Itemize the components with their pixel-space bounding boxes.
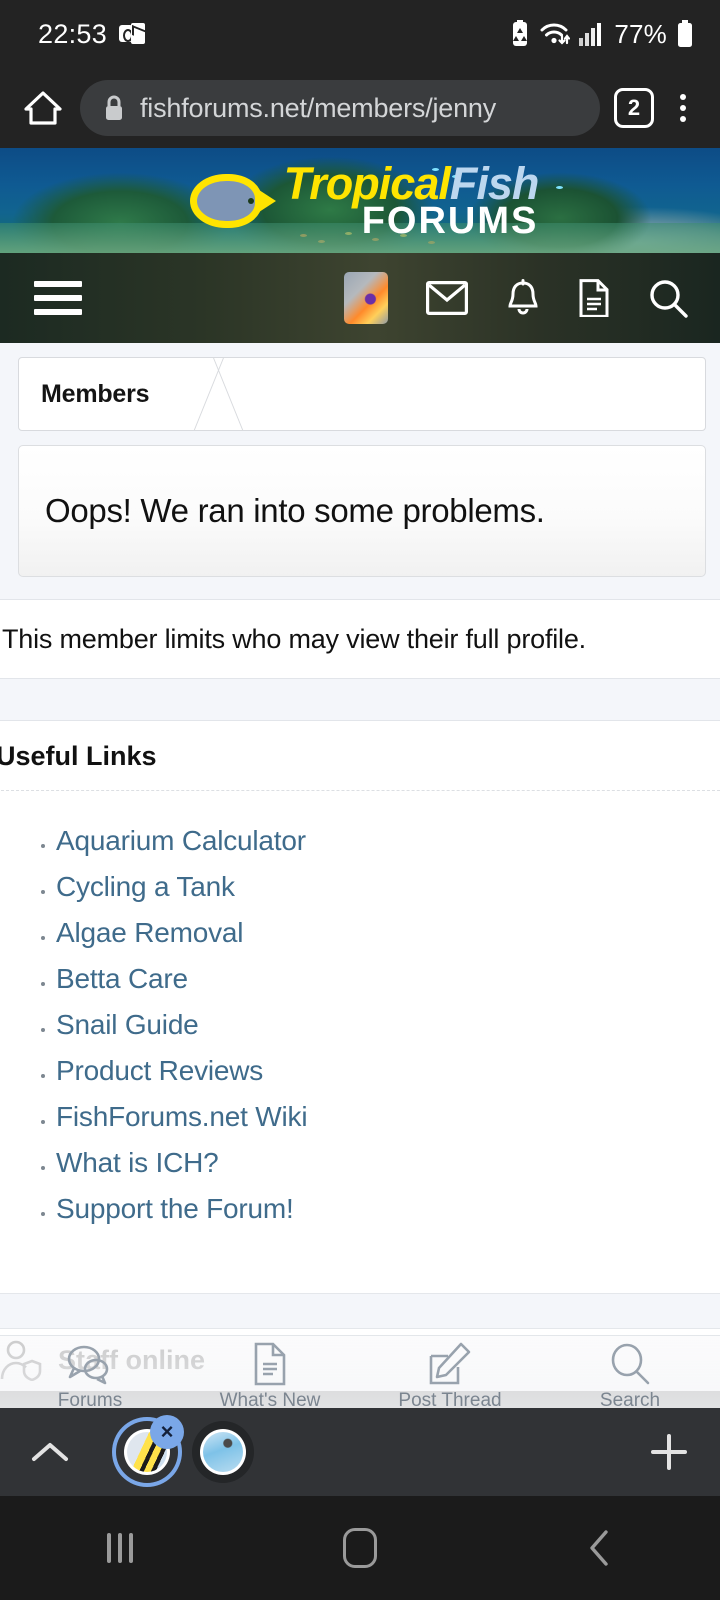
browser-tab-strip: × [0,1408,720,1496]
forum-nav-bar [0,253,720,343]
link-aquarium-calculator[interactable]: Aquarium Calculator [56,825,306,856]
signal-icon [579,22,605,46]
url-bar[interactable]: fishforums.net/members/jenny [80,80,600,136]
link-what-is-ich[interactable]: What is ICH? [56,1147,219,1178]
avatar[interactable] [344,272,388,324]
android-system-nav [0,1496,720,1600]
list-item: What is ICH? [56,1147,720,1193]
status-bar-right: 77% [509,19,694,50]
status-bar: 22:53 77% [0,0,720,68]
inbox-icon[interactable] [426,281,468,315]
useful-links-heading: Useful Links [0,721,720,791]
link-product-reviews[interactable]: Product Reviews [56,1055,263,1086]
spacer-2 [0,679,720,721]
home-icon [343,1528,377,1568]
wifi-icon [540,21,571,47]
mobile-nav-post-thread[interactable]: Post Thread [360,1336,540,1412]
link-fishforums-wiki[interactable]: FishForums.net Wiki [56,1101,308,1132]
battery-percent: 77% [614,18,667,49]
browser-tab-second[interactable] [192,1421,254,1483]
error-title: Oops! We ran into some problems. [45,492,545,529]
list-item: Support the Forum! [56,1193,720,1239]
spacer-1 [0,577,720,599]
search-icon [608,1342,652,1386]
battery-icon [676,20,694,48]
link-betta-care[interactable]: Betta Care [56,963,188,994]
fish-logo-icon [182,170,278,232]
compose-icon [428,1342,472,1386]
recents-icon [107,1533,133,1563]
useful-links-card: Useful Links Aquarium Calculator Cycling… [0,721,720,1293]
list-item: Betta Care [56,963,720,1009]
tab-counter-button[interactable]: 2 [614,88,654,128]
link-cycling-a-tank[interactable]: Cycling a Tank [56,871,235,902]
link-algae-removal[interactable]: Algae Removal [56,917,243,948]
outlook-icon [119,23,146,45]
url-text: fishforums.net/members/jenny [140,92,497,123]
notice-band: This member limits who may view their fu… [0,599,720,679]
breadcrumb-item-members[interactable]: Members [19,380,150,409]
list-item: FishForums.net Wiki [56,1101,720,1147]
browser-toolbar: fishforums.net/members/jenny 2 [0,68,720,148]
list-item: Snail Guide [56,1009,720,1055]
tab-list: × [116,1415,254,1483]
spacer-3 [0,1265,720,1293]
chevron-up-icon[interactable] [28,1439,72,1465]
home-button[interactable] [240,1528,480,1568]
status-bar-left: 22:53 [38,18,146,50]
forum-nav-actions [344,272,688,324]
spacer-4 [0,1293,720,1329]
breadcrumb: Members [18,357,706,431]
breadcrumb-wrap: Members [0,343,720,431]
search-icon[interactable] [648,278,688,318]
document-icon [253,1342,287,1386]
back-chevron-icon [586,1528,614,1568]
page-content: Members Oops! We ran into some problems.… [0,343,720,1391]
list-item: Algae Removal [56,917,720,963]
threads-document-icon[interactable] [578,279,610,317]
chat-bubbles-icon [66,1342,114,1386]
error-panel: Oops! We ran into some problems. [18,445,706,577]
logo-wordmark: TropicalFish FORUMS [284,161,540,243]
link-snail-guide[interactable]: Snail Guide [56,1009,199,1040]
mobile-nav-forums[interactable]: Forums [0,1336,180,1412]
site-banner: TropicalFish FORUMS [0,148,720,253]
new-tab-icon[interactable] [646,1429,692,1475]
status-time: 22:53 [38,18,108,49]
list-item: Aquarium Calculator [56,825,720,871]
browser-menu-icon[interactable] [668,94,698,122]
hamburger-menu-icon[interactable] [34,281,82,315]
close-icon[interactable]: × [150,1415,184,1449]
mobile-nav-search[interactable]: Search [540,1336,720,1412]
list-item: Product Reviews [56,1055,720,1101]
second-tab-favicon [200,1429,246,1475]
battery-saver-icon [509,20,531,48]
site-logo[interactable]: TropicalFish FORUMS [0,156,720,246]
logo-forums: FORUMS [361,200,539,243]
mobile-nav-whats-new[interactable]: What's New [180,1336,360,1412]
back-button[interactable] [480,1528,720,1568]
home-icon[interactable] [20,85,66,131]
notice-text: This member limits who may view their fu… [2,623,586,654]
recents-button[interactable] [0,1533,240,1563]
link-support-the-forum[interactable]: Support the Forum! [56,1193,294,1224]
list-item: Cycling a Tank [56,871,720,917]
useful-links-list: Aquarium Calculator Cycling a Tank Algae… [0,791,720,1265]
lock-icon [102,94,126,122]
alerts-bell-icon[interactable] [506,279,540,317]
browser-tab-active[interactable]: × [116,1415,184,1483]
